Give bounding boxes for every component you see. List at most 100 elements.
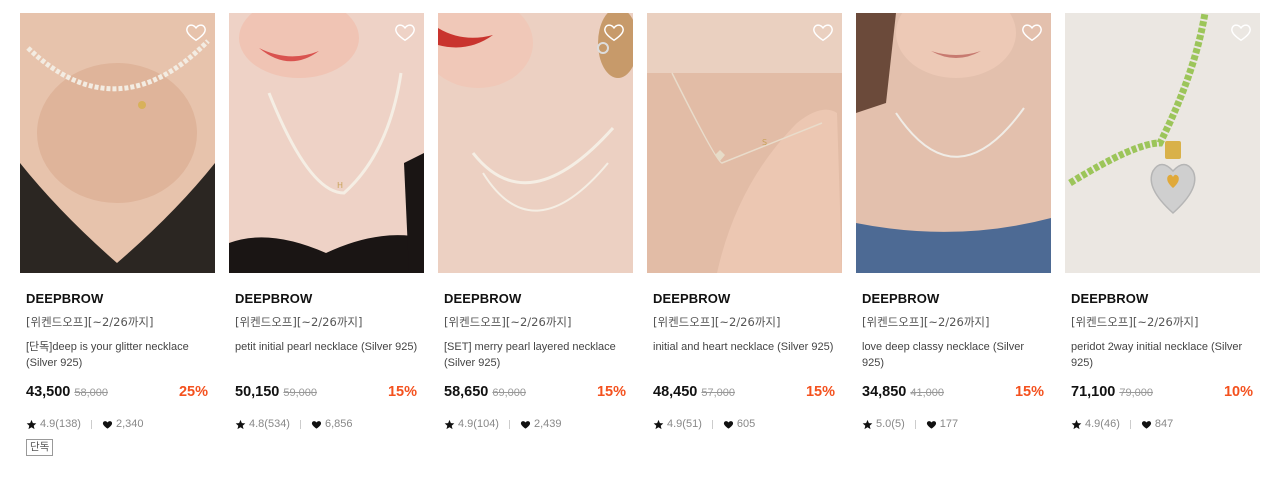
discount-rate: 25% [178, 384, 208, 400]
product-name[interactable]: [SET] merry pearl layered necklace (Silv… [444, 339, 627, 371]
rating-score: 5.0(5) [876, 418, 905, 430]
product-name[interactable]: [단독]deep is your glitter necklace (Silve… [26, 339, 209, 371]
product-image[interactable] [20, 13, 215, 273]
product-card[interactable]: DEEPBROW [위켄드오프][~2/26까지] [단독]deep is yo… [20, 13, 215, 456]
discount-rate: 15% [1014, 384, 1044, 400]
star-icon [444, 419, 455, 430]
product-card[interactable]: DEEPBROW [위켄드오프][~2/26까지] [SET] merry pe… [438, 13, 633, 456]
discount-rate: 10% [1223, 384, 1253, 400]
product-image[interactable]: H [229, 13, 424, 273]
like-count: 2,439 [533, 418, 562, 430]
rating-score: 4.9(104) [458, 418, 499, 430]
like-count: 177 [939, 418, 959, 430]
wishlist-heart-icon[interactable] [1021, 21, 1043, 43]
heart-filled-icon [520, 419, 531, 430]
rating-score: 4.9(138) [40, 418, 81, 430]
price-row: 34,850 41,000 15% [862, 384, 1045, 400]
product-card[interactable]: H DEEPBROW [위켄드오프][~2/26까지] petit initia… [229, 13, 424, 456]
product-image[interactable] [856, 13, 1051, 273]
product-card[interactable]: S DEEPBROW [위켄드오프][~2/26까지] initial and … [647, 13, 842, 456]
star-icon [653, 419, 664, 430]
like-count: 605 [736, 418, 756, 430]
heart-filled-icon [311, 419, 322, 430]
product-image[interactable] [1065, 13, 1260, 273]
svg-text:H: H [337, 181, 343, 190]
heart-filled-icon [723, 419, 734, 430]
like-count: 6,856 [324, 418, 353, 430]
product-image[interactable] [438, 13, 633, 273]
product-name[interactable]: initial and heart necklace (Silver 925) [653, 339, 836, 371]
product-meta: 4.9(51) 605 [653, 418, 836, 430]
brand-name[interactable]: DEEPBROW [444, 291, 627, 306]
sale-price: 71,100 [1071, 384, 1116, 400]
original-price: 69,000 [492, 387, 527, 399]
heart-filled-icon [1141, 419, 1152, 430]
product-name[interactable]: love deep classy necklace (Silver 925) [862, 339, 1045, 371]
product-photo [856, 13, 1051, 273]
divider [1129, 419, 1131, 429]
promo-tag: [위켄드오프][~2/26까지] [862, 315, 990, 329]
sale-price: 43,500 [26, 384, 71, 400]
product-photo [438, 13, 633, 273]
original-price: 41,000 [910, 387, 945, 399]
brand-name[interactable]: DEEPBROW [653, 291, 836, 306]
sale-price: 48,450 [653, 384, 698, 400]
original-price: 79,000 [1119, 387, 1154, 399]
heart-filled-icon [102, 419, 113, 430]
product-name[interactable]: peridot 2way initial necklace (Silver 92… [1071, 339, 1254, 371]
divider [508, 419, 510, 429]
promo-tag: [위켄드오프][~2/26까지] [653, 315, 781, 329]
wishlist-heart-icon[interactable] [812, 21, 834, 43]
product-image[interactable]: S [647, 13, 842, 273]
product-photo [20, 13, 215, 273]
product-photo: H [229, 13, 424, 273]
discount-rate: 15% [805, 384, 835, 400]
product-name[interactable]: petit initial pearl necklace (Silver 925… [235, 339, 418, 371]
heart-filled-icon [926, 419, 937, 430]
rating-score: 4.9(51) [667, 418, 702, 430]
divider [914, 419, 916, 429]
discount-rate: 15% [596, 384, 626, 400]
price-row: 48,450 57,000 15% [653, 384, 836, 400]
brand-name[interactable]: DEEPBROW [235, 291, 418, 306]
product-grid: DEEPBROW [위켄드오프][~2/26까지] [단독]deep is yo… [20, 13, 1260, 456]
price-row: 43,500 58,000 25% [26, 384, 209, 400]
brand-name[interactable]: DEEPBROW [26, 291, 209, 306]
wishlist-heart-icon[interactable] [603, 21, 625, 43]
original-price: 59,000 [283, 387, 318, 399]
wishlist-heart-icon[interactable] [1230, 21, 1252, 43]
product-photo [1065, 13, 1260, 273]
divider [299, 419, 301, 429]
original-price: 57,000 [701, 387, 736, 399]
star-icon [235, 419, 246, 430]
sale-price: 50,150 [235, 384, 280, 400]
rating-score: 4.8(534) [249, 418, 290, 430]
product-meta: 4.9(104) 2,439 [444, 418, 627, 430]
price-row: 58,650 69,000 15% [444, 384, 627, 400]
brand-name[interactable]: DEEPBROW [862, 291, 1045, 306]
product-meta: 4.9(138) 2,340 [26, 418, 209, 430]
wishlist-heart-icon[interactable] [394, 21, 416, 43]
sale-price: 58,650 [444, 384, 489, 400]
brand-name[interactable]: DEEPBROW [1071, 291, 1254, 306]
like-count: 2,340 [115, 418, 144, 430]
divider [711, 419, 713, 429]
promo-tag: [위켄드오프][~2/26까지] [26, 315, 154, 329]
product-meta: 4.8(534) 6,856 [235, 418, 418, 430]
star-icon [862, 419, 873, 430]
wishlist-heart-icon[interactable] [185, 21, 207, 43]
star-icon [26, 419, 37, 430]
product-card[interactable]: DEEPBROW [위켄드오프][~2/26까지] love deep clas… [856, 13, 1051, 456]
discount-rate: 15% [387, 384, 417, 400]
star-icon [1071, 419, 1082, 430]
price-row: 50,150 59,000 15% [235, 384, 418, 400]
promo-tag: [위켄드오프][~2/26까지] [1071, 315, 1199, 329]
rating-score: 4.9(46) [1085, 418, 1120, 430]
product-card[interactable]: DEEPBROW [위켄드오프][~2/26까지] peridot 2way i… [1065, 13, 1260, 456]
sale-price: 34,850 [862, 384, 907, 400]
product-meta: 5.0(5) 177 [862, 418, 1045, 430]
divider [90, 419, 92, 429]
product-meta: 4.9(46) 847 [1071, 418, 1254, 430]
exclusive-badge: 단독 [26, 439, 54, 456]
like-count: 847 [1154, 418, 1174, 430]
